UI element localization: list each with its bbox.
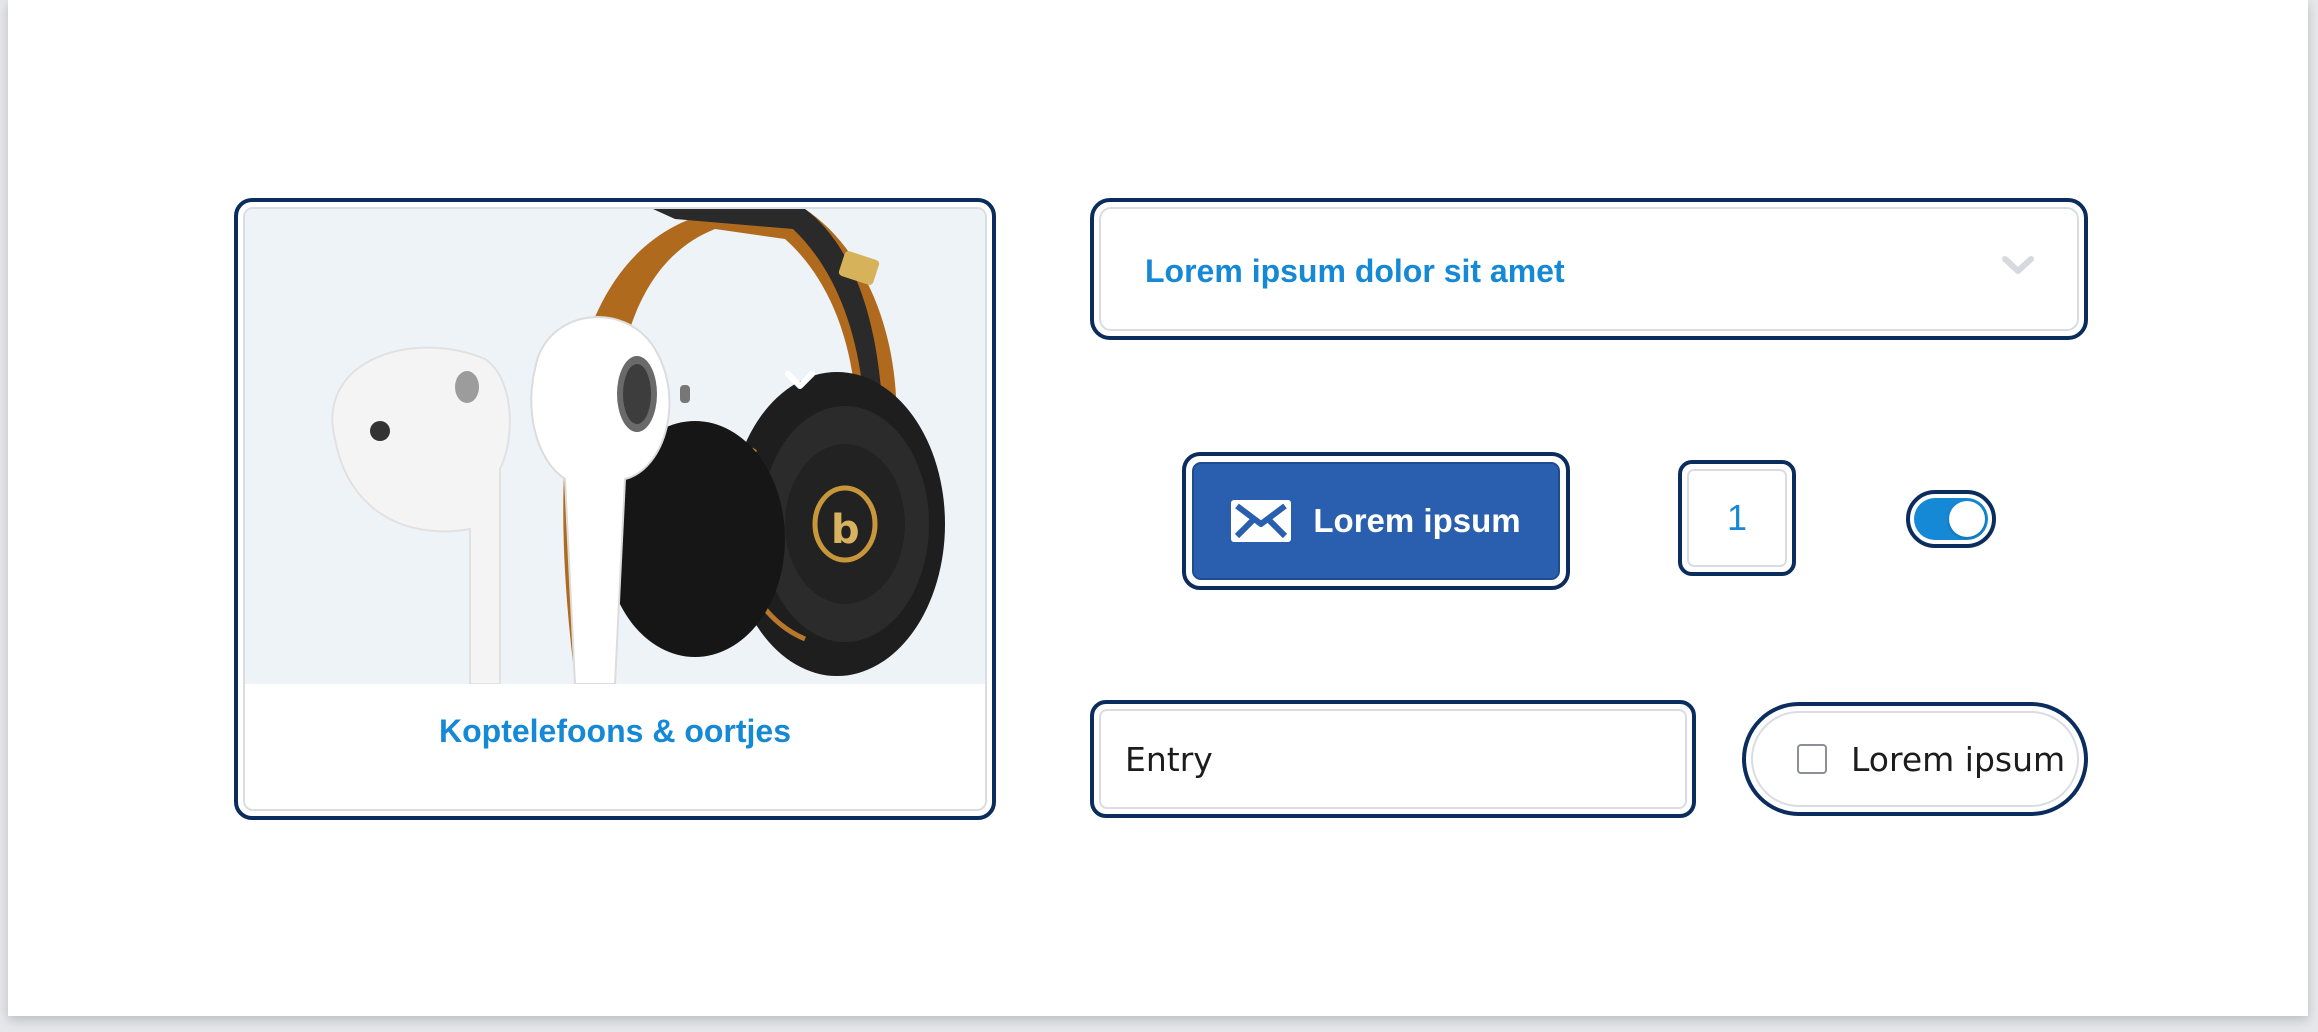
quantity-field-inner[interactable]: 1 [1687,469,1787,567]
checkbox-option[interactable]: Lorem ipsum [1742,702,2088,816]
send-button-label: Lorem ipsum [1313,502,1521,539]
primary-button-focus-ring: Lorem ipsum [1182,452,1570,590]
toggle-knob[interactable] [1949,501,1985,537]
text-entry-field[interactable]: Entry [1090,700,1696,818]
send-button[interactable]: Lorem ipsum [1192,462,1560,580]
toggle-track[interactable] [1914,498,1988,540]
svg-text:b: b [831,507,860,553]
chevron-down-icon[interactable] [2001,253,2035,277]
select-dropdown[interactable]: Lorem ipsum dolor sit amet [1090,198,2088,340]
category-label: Koptelefoons & oortjes [438,713,791,749]
mail-icon [1231,500,1292,542]
dropdown-selected-value: Lorem ipsum dolor sit amet [1145,253,1565,289]
headphones-image: b [245,209,985,684]
dropdown-field[interactable]: Lorem ipsum dolor sit amet [1099,207,2079,331]
entry-value: Entry [1125,739,1213,779]
quantity-value: 1 [1726,497,1748,538]
text-entry-inner[interactable]: Entry [1099,709,1687,809]
quantity-field[interactable]: 1 [1678,460,1796,576]
checkbox-option-inner[interactable]: Lorem ipsum [1751,711,2079,807]
category-card[interactable]: b Koptelefoons & oortjes [234,198,996,820]
checkbox[interactable] [1797,744,1827,774]
page-canvas: b Koptelefoons & oortjes Lorem ipsum dol… [8,0,2308,1016]
headphones-illustration: b [331,209,945,684]
checkbox-label: Lorem ipsum [1851,739,2066,779]
category-card-inner[interactable]: b Koptelefoons & oortjes [243,207,987,811]
toggle-switch[interactable] [1906,490,1996,548]
